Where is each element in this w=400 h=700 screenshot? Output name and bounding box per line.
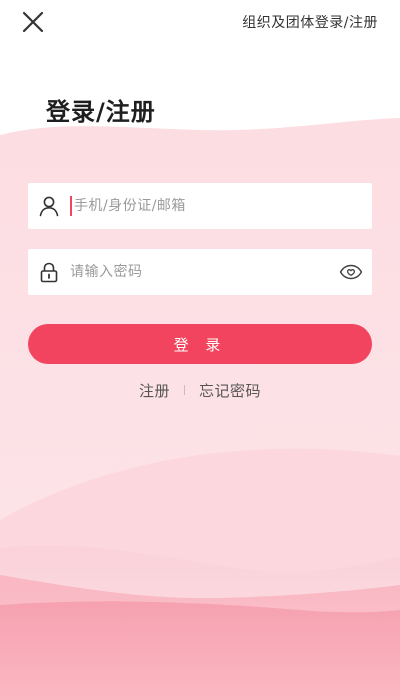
eye-icon [339, 264, 363, 280]
account-field[interactable] [28, 183, 372, 229]
lock-icon [38, 261, 60, 283]
page-title: 登录/注册 [46, 98, 156, 126]
password-input[interactable] [70, 250, 338, 294]
user-icon [38, 195, 60, 217]
close-icon [22, 11, 44, 33]
login-screen: 组织及团体登录/注册 登录/注册 登 录 [0, 0, 400, 700]
close-button[interactable] [16, 8, 50, 36]
link-divider [184, 385, 185, 395]
forgot-password-link[interactable]: 忘记密码 [199, 380, 261, 401]
auth-links: 注册 忘记密码 [0, 380, 400, 400]
password-visibility-toggle[interactable] [338, 261, 364, 283]
account-input[interactable] [74, 184, 372, 228]
top-bar: 组织及团体登录/注册 [0, 0, 400, 44]
text-caret [70, 196, 72, 216]
register-link[interactable]: 注册 [139, 380, 170, 401]
password-field[interactable] [28, 249, 372, 295]
organization-login-link[interactable]: 组织及团体登录/注册 [242, 12, 378, 32]
login-button[interactable]: 登 录 [28, 324, 372, 364]
